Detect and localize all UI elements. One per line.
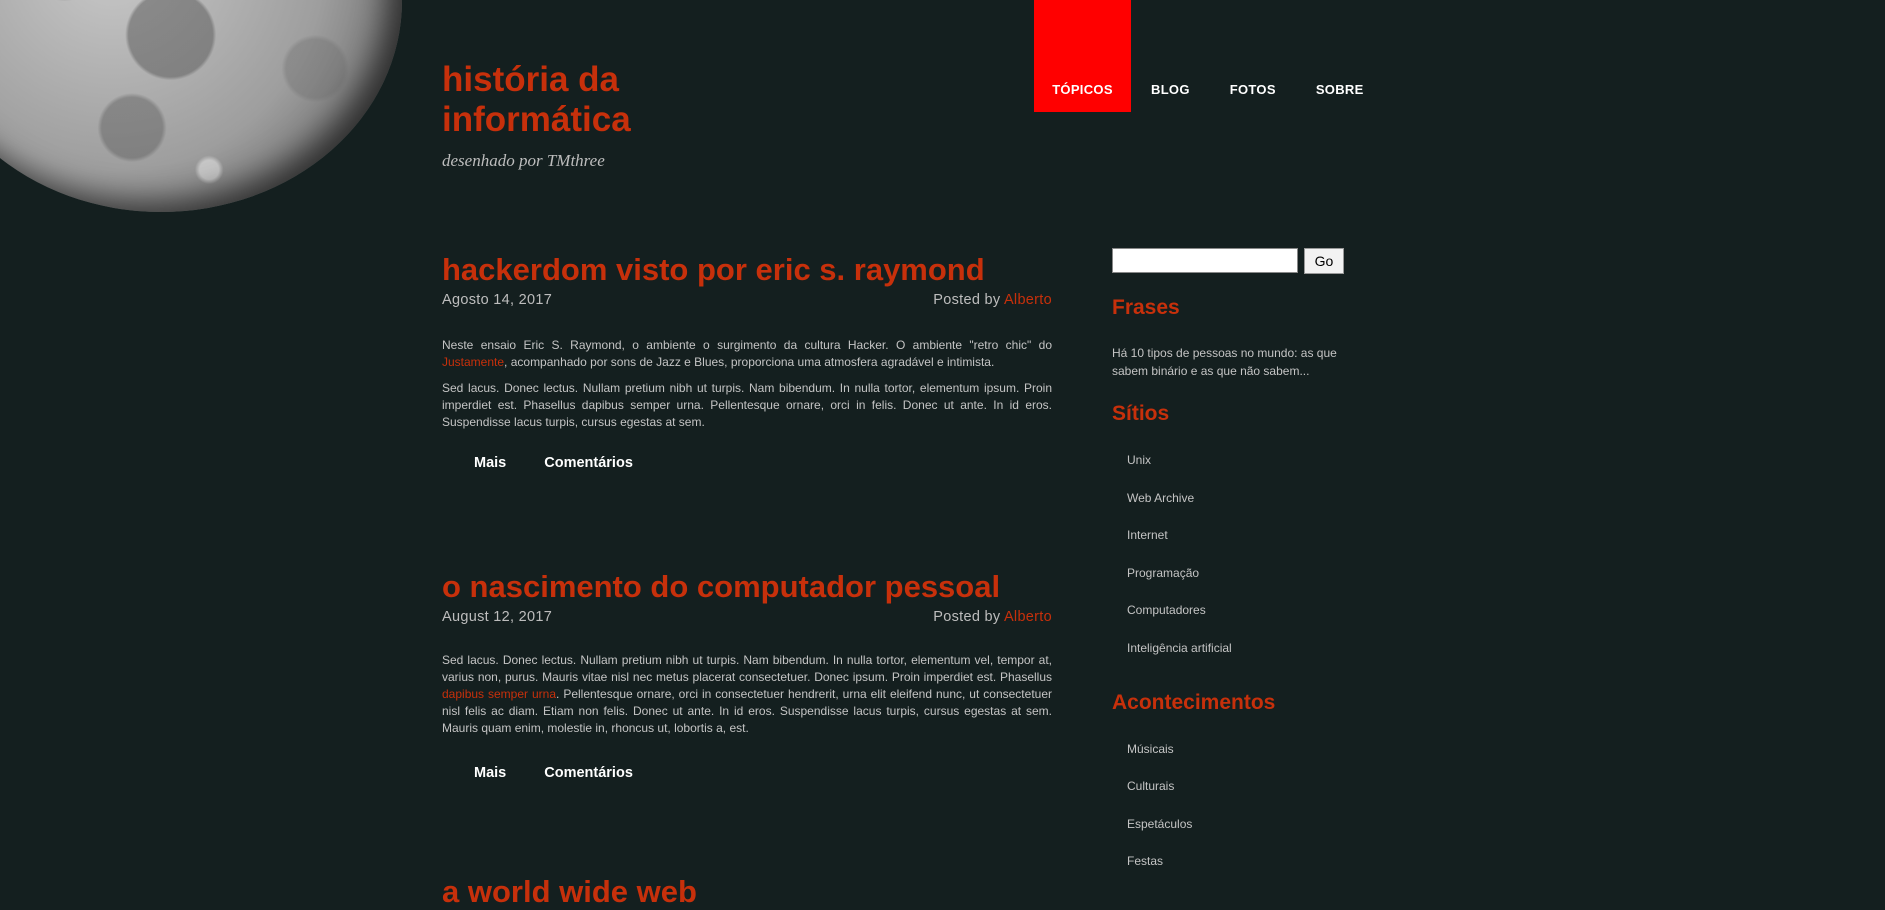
post-meta: August 12, 2017 Posted by Alberto — [442, 609, 1052, 625]
inline-link[interactable]: dapibus semper urna — [442, 687, 556, 701]
more-link[interactable]: Mais — [474, 455, 506, 471]
moon-header-image — [0, 0, 402, 212]
sitios-item-web-archive[interactable]: Web Archive — [1127, 491, 1352, 529]
post-body: Neste ensaio Eric S. Raymond, o ambiente… — [442, 337, 1052, 431]
sitios-heading: Sítios — [1112, 402, 1170, 425]
nav-item-sobre[interactable]: SOBRE — [1296, 0, 1384, 112]
blog-post: hackerdom visto por eric s. raymond Agos… — [442, 252, 1052, 471]
post-title[interactable]: hackerdom visto por eric s. raymond — [442, 252, 1052, 288]
post-meta: Agosto 14, 2017 Posted by Alberto — [442, 292, 1052, 308]
search-input[interactable] — [1112, 248, 1298, 273]
post-date: August 12, 2017 — [442, 609, 553, 625]
sitios-list: Unix Web Archive Internet Programação Co… — [1112, 453, 1352, 679]
post-actions: Mais Comentários — [442, 455, 1052, 471]
frases-heading: Frases — [1112, 296, 1180, 319]
post-title[interactable]: o nascimento do computador pessoal — [442, 569, 1052, 605]
nav-item-blog[interactable]: BLOG — [1131, 0, 1210, 112]
paragraph-text: , acompanhado por sons de Jazz e Blues, … — [504, 355, 995, 369]
sidebar: Go Frases Há 10 tipos de pessoas no mund… — [1112, 248, 1352, 892]
more-link[interactable]: Mais — [474, 765, 506, 781]
blog-post: o nascimento do computador pessoal Augus… — [442, 569, 1052, 781]
acontecimentos-heading: Acontecimentos — [1112, 690, 1276, 714]
sitios-item-programacao[interactable]: Programação — [1127, 566, 1352, 604]
post-body: Sed lacus. Donec lectus. Nullam pretium … — [442, 652, 1052, 737]
sitios-item-inteligencia-artificial[interactable]: Inteligência artificial — [1127, 641, 1352, 679]
main-nav: TÓPICOS BLOG FOTOS SOBRE — [1034, 0, 1384, 112]
post-paragraph: Sed lacus. Donec lectus. Nullam pretium … — [442, 381, 1052, 429]
comments-link[interactable]: Comentários — [544, 765, 633, 781]
sitios-item-computadores[interactable]: Computadores — [1127, 603, 1352, 641]
posted-by-label: Posted by — [933, 609, 1004, 625]
post-paragraph: Sed lacus. Donec lectus. Nullam pretium … — [442, 652, 1052, 737]
post-byline: Posted by Alberto — [933, 609, 1052, 625]
sitios-item-internet[interactable]: Internet — [1127, 528, 1352, 566]
sitios-item-unix[interactable]: Unix — [1127, 453, 1352, 491]
acontecimentos-list: Músicais Culturais Espetáculos Festas — [1112, 742, 1352, 892]
acontecimentos-item-culturais[interactable]: Culturais — [1127, 779, 1352, 817]
paragraph-text: Neste ensaio Eric S. Raymond, o ambiente… — [442, 338, 1052, 352]
paragraph-text: Sed lacus. Donec lectus. Nullam pretium … — [442, 653, 1052, 684]
search-form: Go — [1112, 248, 1352, 274]
frases-quote: Há 10 tipos de pessoas no mundo: as que … — [1112, 346, 1337, 378]
inline-link[interactable]: Justamente — [442, 355, 504, 369]
acontecimentos-item-espetaculos[interactable]: Espetáculos — [1127, 817, 1352, 855]
posted-by-label: Posted by — [933, 292, 1004, 308]
post-actions: Mais Comentários — [442, 765, 1052, 781]
nav-item-fotos[interactable]: FOTOS — [1210, 0, 1296, 112]
nav-item-topicos[interactable]: TÓPICOS — [1034, 0, 1131, 112]
site-title[interactable]: história da informática — [442, 60, 722, 140]
post-paragraph: Neste ensaio Eric S. Raymond, o ambiente… — [442, 337, 1052, 371]
post-date: Agosto 14, 2017 — [442, 292, 553, 308]
site-tagline: desenhado por TMthree — [442, 151, 605, 170]
search-go-button[interactable]: Go — [1304, 248, 1344, 274]
post-author-link[interactable]: Alberto — [1004, 609, 1052, 625]
post-byline: Posted by Alberto — [933, 292, 1052, 308]
comments-link[interactable]: Comentários — [544, 455, 633, 471]
acontecimentos-item-musicais[interactable]: Músicais — [1127, 742, 1352, 780]
post-author-link[interactable]: Alberto — [1004, 292, 1052, 308]
acontecimentos-item-festas[interactable]: Festas — [1127, 854, 1352, 892]
